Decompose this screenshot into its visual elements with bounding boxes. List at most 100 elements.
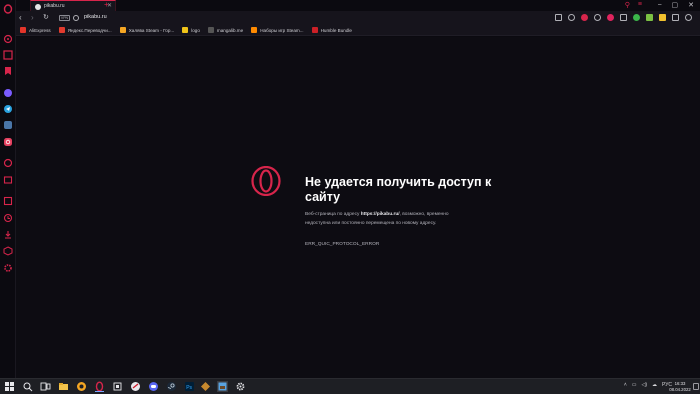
svg-text:Ps: Ps	[186, 385, 192, 391]
flow-icon[interactable]	[594, 14, 601, 21]
cloud-icon[interactable]: ☁	[652, 382, 657, 388]
vk-icon[interactable]	[3, 120, 13, 130]
clock-date: 08.04.2022	[669, 387, 691, 392]
notifications-icon[interactable]	[693, 383, 699, 390]
opera-menu-icon[interactable]	[3, 4, 13, 14]
bookmark-item[interactable]: Наборы игр Steam...	[251, 27, 304, 33]
extension-green-icon[interactable]	[633, 14, 640, 21]
speed-dial-icon[interactable]	[3, 34, 13, 44]
folder-icon	[182, 27, 189, 33]
close-window-button[interactable]: ✕	[688, 1, 694, 9]
new-tab-button[interactable]: +	[104, 0, 109, 10]
bookmark-item[interactable]: Яндекс.Переводчи...	[58, 27, 112, 33]
record-icon[interactable]	[581, 14, 588, 21]
pinboard-icon[interactable]	[3, 196, 13, 206]
windows-taskbar: Ps ˄ ▭ ◁) ☁ РУС 16:33 08.04.2022	[0, 378, 700, 394]
error-title: Не удается получить доступ к сайту	[305, 175, 492, 204]
task-view-icon[interactable]	[40, 381, 51, 392]
yandex-translate-icon	[58, 27, 65, 33]
error-url: https://pikabu.ru/	[360, 212, 400, 217]
maximize-button[interactable]: ▢	[672, 1, 679, 9]
opera-icon[interactable]	[130, 381, 141, 392]
steam-icon[interactable]	[166, 381, 177, 392]
file-explorer-icon[interactable]	[58, 381, 69, 392]
volume-icon[interactable]: ◁)	[641, 382, 647, 388]
vpn-badge[interactable]: VPN	[59, 15, 70, 21]
game-launcher-icon[interactable]	[200, 381, 211, 392]
discord-icon[interactable]	[148, 381, 159, 392]
extension-yellow-icon[interactable]	[659, 14, 666, 21]
bookmark-item[interactable]: Humble Bundle	[311, 27, 352, 33]
bookmark-item[interactable]: Халява Steam - Гор...	[119, 27, 175, 33]
error-description: Веб-страница по адресу https://pikabu.ru…	[305, 211, 465, 228]
aliexpress-icon	[20, 27, 26, 33]
profile-icon[interactable]	[685, 14, 692, 21]
humble-bundle-icon	[311, 27, 318, 33]
bookmark-label: mangalib.me	[216, 27, 244, 33]
media-player-icon[interactable]	[112, 381, 123, 392]
search-icon[interactable]	[568, 14, 575, 21]
bookmark-item[interactable]: logo	[182, 27, 200, 33]
tab-search-icon[interactable]: ⚲	[625, 1, 630, 9]
tab-bar: pikabu.ru ✕ + ⚲ ≡ ⎯ ▢ ✕	[16, 0, 700, 12]
search-icon[interactable]	[22, 381, 33, 392]
tab-title: pikabu.ru	[44, 3, 65, 9]
telegram-icon[interactable]	[3, 104, 13, 114]
extension-lime-icon[interactable]	[646, 14, 653, 21]
yandex-browser-icon[interactable]	[76, 381, 87, 392]
extensions-icon[interactable]	[3, 246, 13, 256]
instagram-icon[interactable]	[3, 137, 13, 147]
bookmark-label: Халява Steam - Гор...	[128, 27, 175, 33]
opera-logo-icon	[251, 165, 281, 197]
settings-icon[interactable]	[3, 263, 13, 273]
error-desc-prefix: Веб-страница по адресу	[305, 212, 361, 217]
workspaces-icon[interactable]	[3, 175, 13, 185]
windows-start-icon[interactable]	[4, 381, 15, 392]
snapshot-icon[interactable]	[555, 14, 562, 21]
system-tray: ˄ ▭ ◁) ☁ РУС	[624, 382, 672, 388]
photoshop-icon[interactable]: Ps	[184, 381, 195, 392]
settings-gear-icon[interactable]	[235, 381, 246, 392]
minimize-button[interactable]: ⎯	[658, 1, 662, 9]
bookmark-item[interactable]: mangalib.me	[207, 27, 244, 33]
bookmark-item[interactable]: AliExpress	[20, 27, 51, 33]
bookmark-label: Humble Bundle	[320, 27, 352, 33]
minecraft-launcher-icon[interactable]	[217, 381, 228, 392]
back-button[interactable]: ‹	[19, 13, 22, 23]
news-icon[interactable]	[3, 50, 13, 60]
error-page: Не удается получить доступ к сайту Веб-с…	[16, 37, 700, 378]
toolbar-extensions	[555, 14, 692, 21]
address-bar: ‹ › ↻ VPN pikabu.ru	[16, 11, 700, 25]
tab-menu-icon[interactable]: ≡	[638, 1, 642, 9]
opera-sidebar	[0, 0, 16, 378]
bookmark-label: Наборы игр Steam...	[260, 27, 304, 33]
bookmark-label: AliExpress	[29, 27, 51, 33]
clock[interactable]: 16:33 08.04.2022	[668, 381, 692, 393]
bookmarks-bar: AliExpress Яндекс.Переводчи... Халява St…	[16, 25, 700, 36]
heart-icon[interactable]	[607, 14, 614, 21]
forward-button[interactable]: ›	[31, 13, 34, 23]
error-code: ERR_QUIC_PROTOCOL_ERROR	[305, 242, 380, 247]
player-icon[interactable]	[3, 158, 13, 168]
tray-expand-icon[interactable]: ˄	[624, 382, 627, 388]
folder-icon	[119, 27, 126, 33]
steam-sets-icon	[251, 27, 258, 33]
screen: pikabu.ru ✕ + ⚲ ≡ ⎯ ▢ ✕ ‹ › ↻ VPN pikabu…	[0, 0, 700, 394]
bookmark-label: logo	[191, 27, 200, 33]
history-icon[interactable]	[3, 213, 13, 223]
mangalib-icon	[207, 27, 214, 33]
bookmarks-icon[interactable]	[3, 66, 13, 76]
pikabu-favicon-icon	[35, 4, 41, 10]
tabbar-tools: ⚲ ≡	[625, 1, 642, 9]
easy-setup-icon[interactable]	[672, 14, 679, 21]
window-controls: ⎯ ▢ ✕	[658, 1, 694, 9]
active-indicator	[95, 391, 104, 392]
downloads-icon[interactable]	[3, 230, 13, 240]
messenger-icon[interactable]	[3, 88, 13, 98]
opera-gx-taskbar-icon[interactable]	[94, 381, 105, 392]
wallet-icon[interactable]	[620, 14, 627, 21]
network-icon[interactable]: ▭	[632, 382, 637, 388]
url-field[interactable]: pikabu.ru	[84, 14, 107, 20]
reload-button[interactable]: ↻	[43, 13, 49, 23]
site-info-icon[interactable]	[73, 15, 79, 21]
